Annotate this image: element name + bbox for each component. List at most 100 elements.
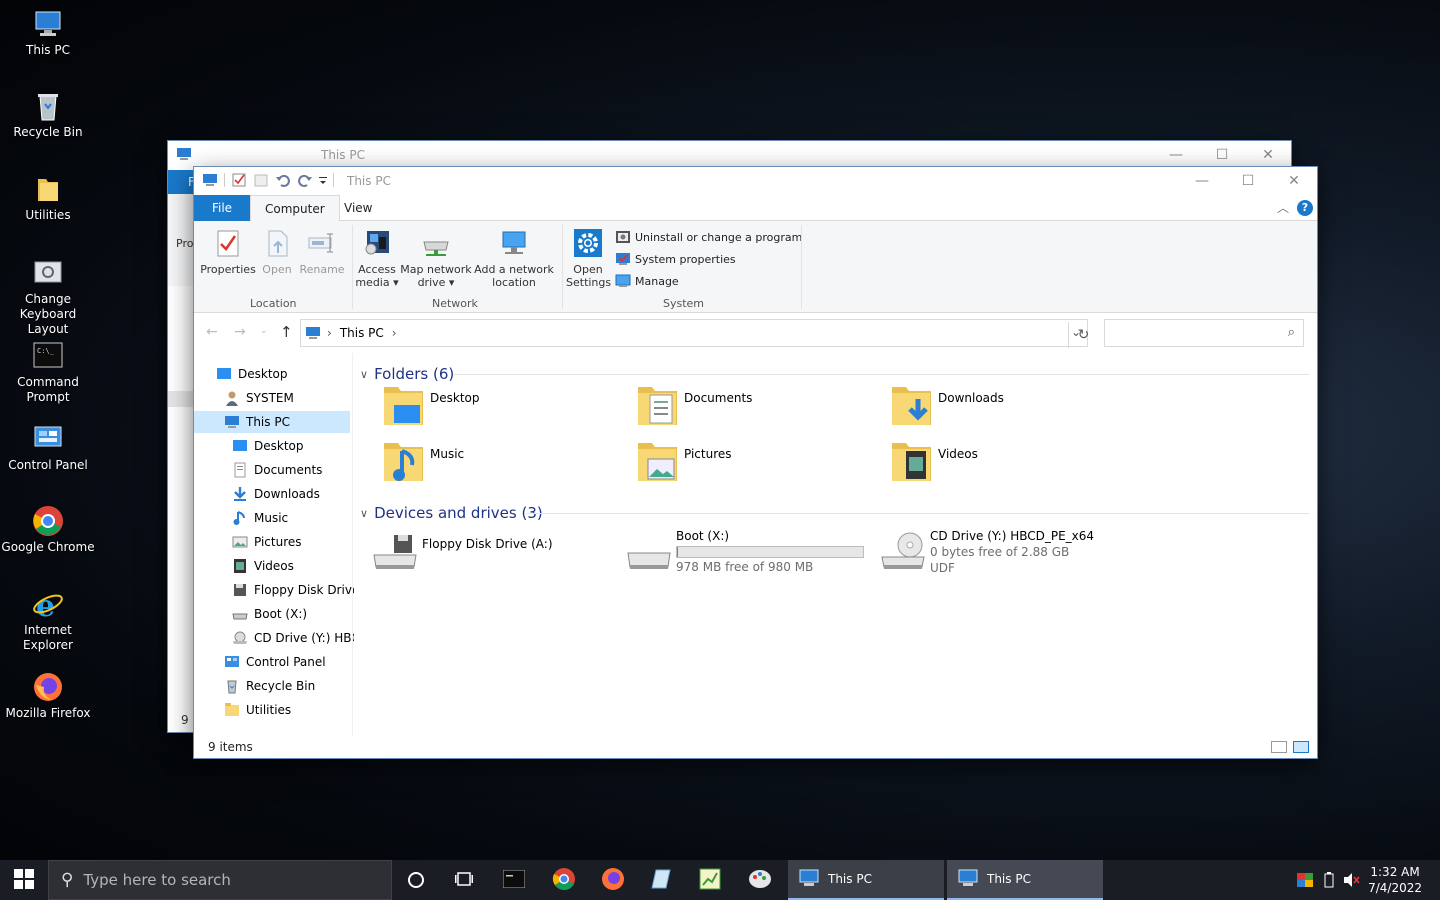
nav-item[interactable]: Documents <box>194 459 350 481</box>
nav-item[interactable]: CD Drive (Y:) HBC <box>194 627 360 649</box>
new-folder-icon[interactable] <box>253 172 269 188</box>
taskbar-window-this-pc-1[interactable]: This PC <box>788 860 944 900</box>
taskbar-command-prompt[interactable] <box>494 860 534 900</box>
folder-tile[interactable]: Pictures <box>634 437 854 487</box>
nav-item[interactable]: Floppy Disk Drive <box>194 579 359 601</box>
folder-tile[interactable]: Music <box>380 437 600 487</box>
back-file-tab[interactable]: F <box>168 170 195 194</box>
folder-tile[interactable]: Videos <box>888 437 1108 487</box>
devices-section-header[interactable]: ∨ Devices and drives (3) <box>360 504 543 522</box>
nav-item[interactable]: This PC <box>194 411 350 433</box>
nav-item[interactable]: Music <box>194 507 350 529</box>
taskbar-app-paint[interactable] <box>740 860 780 900</box>
forward-arrow-icon[interactable]: → <box>234 324 246 340</box>
desktop-icon-utilities[interactable]: Utilities <box>0 173 96 223</box>
nav-item[interactable]: Downloads <box>194 483 350 505</box>
address-bar[interactable]: › This PC › ⌄ <box>300 319 1088 347</box>
folder-tile[interactable]: Documents <box>634 381 854 431</box>
properties-icon[interactable] <box>231 172 247 188</box>
large-icons-view-icon[interactable] <box>1293 741 1309 753</box>
nav-item-label: CD Drive (Y:) HBC <box>254 631 360 645</box>
nav-item[interactable]: Desktop <box>194 435 350 457</box>
breadcrumb-this-pc[interactable]: This PC <box>340 326 384 340</box>
nav-item[interactable]: Utilities <box>194 699 350 721</box>
task-view-button[interactable] <box>444 860 484 900</box>
cortana-icon <box>408 872 424 888</box>
nav-item[interactable]: Control Panel <box>194 651 350 673</box>
back-window-titlebar[interactable]: This PC — ☐ ✕ <box>168 141 1291 169</box>
taskbar-app-notepad[interactable] <box>641 860 681 900</box>
nav-item-label: Desktop <box>254 439 304 453</box>
window-titlebar[interactable]: This PC — ☐ ✕ <box>194 167 1317 195</box>
map-network-drive-button[interactable]: Map network drive ▾ <box>400 227 472 289</box>
desktop-icon-this-pc[interactable]: This PC <box>0 8 96 58</box>
desktop-icon-google-chrome[interactable]: Google Chrome <box>0 505 96 555</box>
folder-tile[interactable]: Desktop <box>380 381 600 431</box>
nav-item[interactable]: Pictures <box>194 531 350 553</box>
manage-button[interactable]: Manage <box>615 273 679 289</box>
tab-computer[interactable]: Computer <box>250 195 340 222</box>
up-arrow-icon[interactable]: ↑ <box>280 323 293 341</box>
taskbar-chrome[interactable] <box>544 860 584 900</box>
breadcrumb-chevron-icon[interactable]: › <box>392 326 397 340</box>
nav-item[interactable]: SYSTEM <box>194 387 350 409</box>
nav-item[interactable]: Desktop <box>194 363 350 385</box>
undo-icon[interactable] <box>275 172 291 188</box>
start-button[interactable] <box>0 860 48 900</box>
nav-item[interactable]: Videos <box>194 555 350 577</box>
access-media-button[interactable]: Access media ▾ <box>355 227 399 289</box>
add-network-location-button[interactable]: Add a network location <box>474 227 554 289</box>
taskbar-app-chart[interactable] <box>690 860 730 900</box>
open-settings-button[interactable]: Open Settings <box>566 227 611 289</box>
desktop-icon-recycle-bin[interactable]: Recycle Bin <box>0 90 96 140</box>
cortana-button[interactable] <box>396 860 436 900</box>
drive-tile[interactable]: Boot (X:) 978 MB free of 980 MB <box>626 529 866 579</box>
tray-color-icon[interactable] <box>1294 860 1316 900</box>
close-button[interactable]: ✕ <box>1245 141 1291 169</box>
rename-button[interactable]: Rename <box>298 227 346 276</box>
search-input[interactable]: ⌕ <box>1104 319 1304 347</box>
tab-view[interactable]: View <box>330 195 386 221</box>
nav-item[interactable]: Boot (X:) <box>194 603 350 625</box>
ribbon: Properties Open Rename Location Access m… <box>194 221 1317 313</box>
minimize-button[interactable]: — <box>1179 167 1225 195</box>
desktop-icon-change-keyboard-layout[interactable]: Change Keyboard Layout <box>0 257 96 337</box>
redo-icon[interactable] <box>297 172 313 188</box>
taskbar-clock[interactable]: 1:32 AM 7/4/2022 <box>1368 864 1422 896</box>
taskbar-search-box[interactable]: ⚲ Type here to search <box>48 860 392 900</box>
help-icon[interactable]: ? <box>1297 200 1313 216</box>
tray-battery-icon[interactable] <box>1318 860 1340 900</box>
details-view-icon[interactable] <box>1271 741 1287 753</box>
desktop-icon-command-prompt[interactable]: C:\_ Command Prompt <box>0 340 96 405</box>
breadcrumb-chevron-icon[interactable]: › <box>327 326 332 340</box>
nav-item-icon <box>216 366 232 382</box>
nav-item[interactable]: Recycle Bin <box>194 675 350 697</box>
maximize-button[interactable]: ☐ <box>1199 141 1245 169</box>
chart-app-icon <box>699 868 721 893</box>
collapse-ribbon-icon[interactable]: ︿ <box>1277 199 1289 216</box>
customize-toolbar-icon[interactable] <box>319 172 327 188</box>
back-arrow-icon[interactable]: ← <box>206 324 218 340</box>
item-count: 9 items <box>208 740 253 754</box>
desktop-icon-internet-explorer[interactable]: e Internet Explorer <box>0 588 96 653</box>
uninstall-program-button[interactable]: Uninstall or change a program <box>615 229 802 245</box>
refresh-icon[interactable]: ↻ <box>1068 322 1098 348</box>
desktop-icon-mozilla-firefox[interactable]: Mozilla Firefox <box>0 671 96 721</box>
taskbar-firefox[interactable] <box>593 860 633 900</box>
drive-tile[interactable]: CD Drive (Y:) HBCD_PE_x64 0 bytes free of… <box>880 529 1120 579</box>
open-button[interactable]: Open <box>258 227 296 276</box>
nav-item-label: Recycle Bin <box>246 679 316 693</box>
folder-tile[interactable]: Downloads <box>888 381 1108 431</box>
recent-locations-icon[interactable]: ⌄ <box>260 326 268 336</box>
drive-tile[interactable]: Floppy Disk Drive (A:) <box>372 529 612 579</box>
close-button[interactable]: ✕ <box>1271 167 1317 195</box>
taskbar-window-this-pc-2[interactable]: This PC <box>947 860 1103 900</box>
maximize-button[interactable]: ☐ <box>1225 167 1271 195</box>
tray-volume-muted-icon[interactable] <box>1341 860 1363 900</box>
minimize-button[interactable]: — <box>1153 141 1199 169</box>
desktop-icon-control-panel[interactable]: Control Panel <box>0 423 96 473</box>
system-properties-button[interactable]: System properties <box>615 251 736 267</box>
properties-button[interactable]: Properties <box>200 227 256 276</box>
tab-file[interactable]: File <box>194 195 250 221</box>
explorer-window[interactable]: This PC — ☐ ✕ File Computer View ︿ ? Pro… <box>194 167 1317 758</box>
